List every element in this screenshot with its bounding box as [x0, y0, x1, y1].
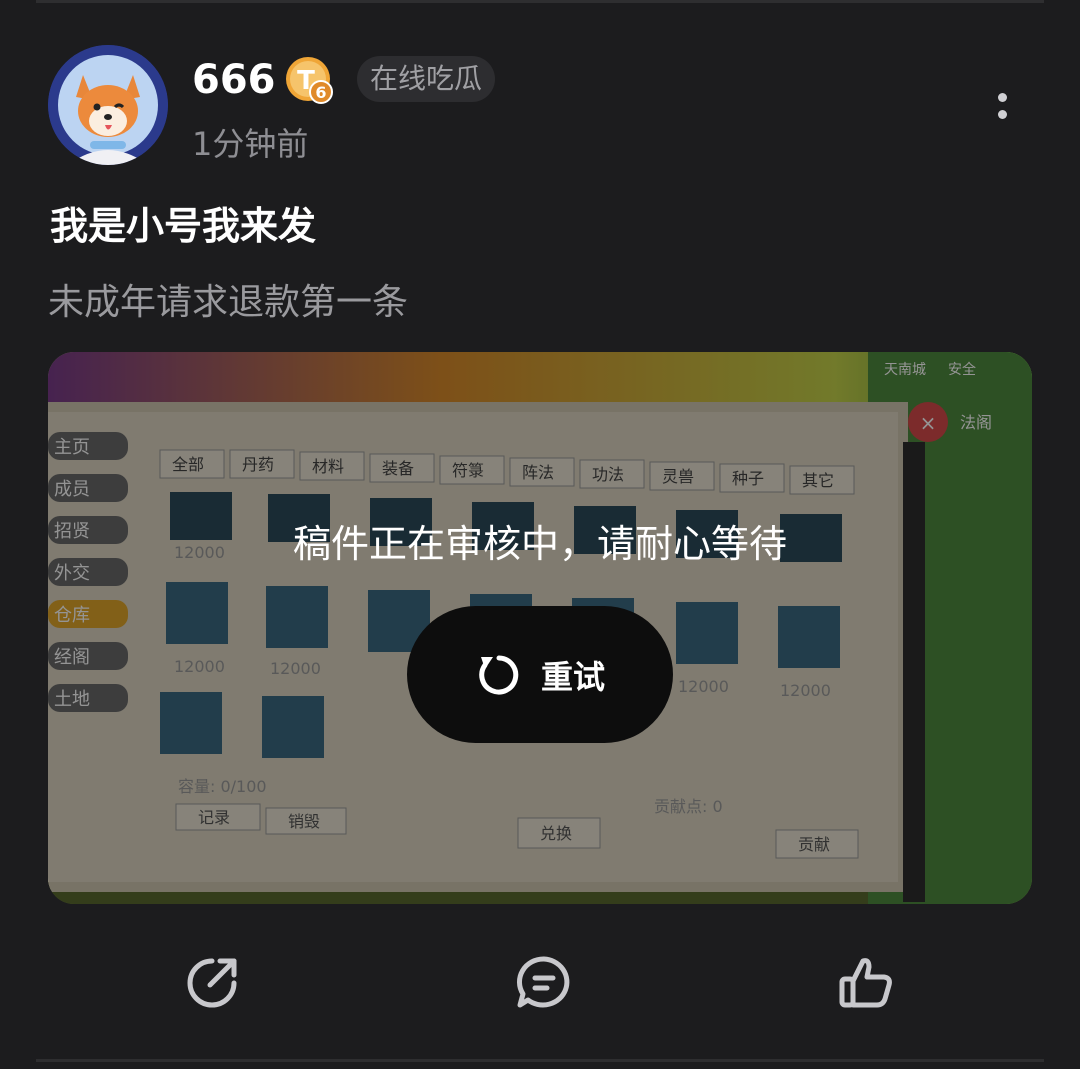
retry-label: 重试 — [540, 657, 605, 696]
retry-button[interactable]: 重试 — [407, 606, 673, 743]
like-button[interactable] — [836, 953, 896, 1013]
level-badge: T 6 — [284, 55, 334, 105]
share-button[interactable] — [182, 953, 242, 1013]
comment-button[interactable] — [514, 953, 574, 1013]
post-title: 我是小号我来发 — [50, 204, 317, 248]
thumbs-up-icon — [839, 958, 892, 1008]
refresh-icon — [479, 655, 519, 694]
review-status-message: 稿件正在审核中，请耐心等待 — [292, 522, 787, 566]
share-icon — [187, 958, 237, 1008]
avatar[interactable] — [48, 45, 168, 165]
comment-icon — [517, 956, 570, 1008]
bottom-divider — [36, 1059, 1044, 1062]
top-divider — [36, 0, 1044, 3]
post-media[interactable]: × 天南城 安全 法阁 主页 成员 招贤 外交 仓库 经阁 土地 全部 丹药 材… — [48, 352, 1032, 904]
user-tag: 在线吃瓜 — [357, 56, 496, 102]
post-body: 未成年请求退款第一条 — [48, 282, 409, 323]
more-menu-icon[interactable] — [984, 86, 1020, 126]
level-badge-icon: T 6 — [286, 57, 333, 104]
author-name[interactable]: 666 — [192, 52, 276, 108]
level-number: 6 — [315, 83, 326, 102]
post-time: 1分钟前 — [192, 125, 309, 163]
shiba-dog-avatar-icon — [48, 45, 168, 165]
